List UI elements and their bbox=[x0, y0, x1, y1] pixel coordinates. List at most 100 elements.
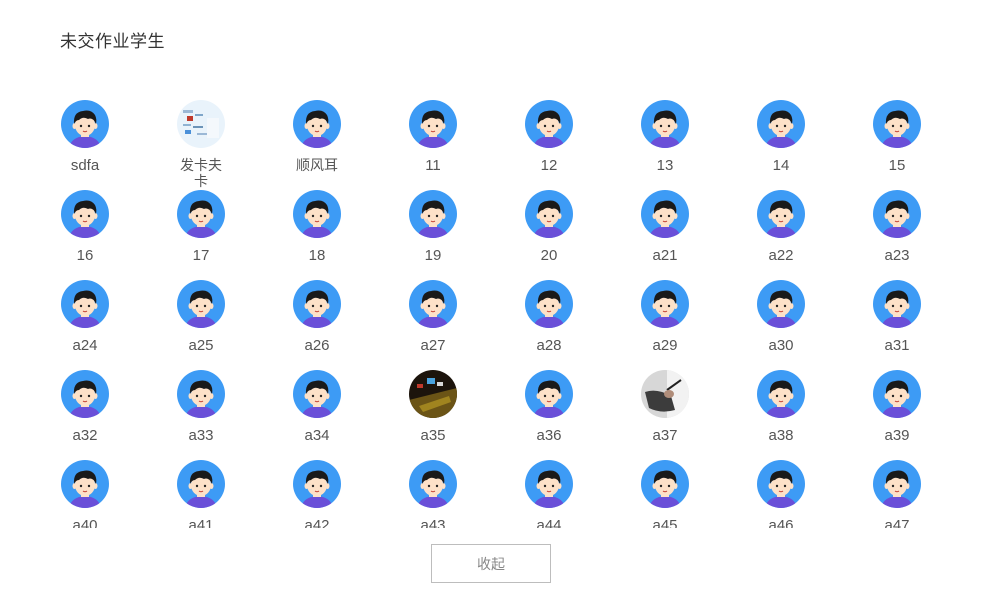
student-name: a42 bbox=[304, 517, 330, 529]
student-avatar bbox=[873, 190, 921, 238]
student-item[interactable]: a40 bbox=[45, 450, 125, 528]
student-avatar bbox=[409, 100, 457, 148]
student-item[interactable]: a38 bbox=[741, 360, 821, 450]
student-avatar bbox=[293, 280, 341, 328]
student-grid-viewport[interactable]: sdfa 发卡夫卡顺风耳 11 12 13 14 15 16 17 18 19 20 a21 a22 a23… bbox=[0, 90, 982, 528]
student-avatar bbox=[61, 190, 109, 238]
student-item[interactable]: a27 bbox=[393, 270, 473, 360]
student-item[interactable]: a21 bbox=[625, 180, 705, 270]
student-name: a37 bbox=[652, 427, 678, 444]
student-name: a47 bbox=[884, 517, 910, 529]
student-avatar-photo bbox=[177, 100, 225, 148]
student-item[interactable]: a25 bbox=[161, 270, 241, 360]
student-name: 12 bbox=[540, 157, 558, 174]
student-name: a36 bbox=[536, 427, 562, 444]
student-avatar bbox=[177, 190, 225, 238]
student-name: a24 bbox=[72, 337, 98, 354]
student-item[interactable]: a24 bbox=[45, 270, 125, 360]
student-avatar bbox=[873, 100, 921, 148]
student-name: a29 bbox=[652, 337, 678, 354]
student-avatar bbox=[757, 460, 805, 508]
student-item[interactable]: sdfa bbox=[45, 90, 125, 180]
student-item[interactable]: 顺风耳 bbox=[277, 90, 357, 180]
student-item[interactable]: a31 bbox=[857, 270, 937, 360]
student-item[interactable]: a28 bbox=[509, 270, 589, 360]
student-name: a25 bbox=[188, 337, 214, 354]
student-avatar bbox=[525, 460, 573, 508]
student-avatar bbox=[873, 370, 921, 418]
student-name: a26 bbox=[304, 337, 330, 354]
student-name: a22 bbox=[768, 247, 794, 264]
student-name: a43 bbox=[420, 517, 446, 529]
student-name: a30 bbox=[768, 337, 794, 354]
student-item[interactable]: a36 bbox=[509, 360, 589, 450]
student-item[interactable]: a26 bbox=[277, 270, 357, 360]
student-avatar bbox=[177, 370, 225, 418]
student-avatar bbox=[61, 460, 109, 508]
student-item[interactable]: a32 bbox=[45, 360, 125, 450]
student-item[interactable]: 14 bbox=[741, 90, 821, 180]
student-avatar bbox=[525, 280, 573, 328]
dialog-title: 未交作业学生 bbox=[60, 32, 165, 52]
student-item[interactable]: 18 bbox=[277, 180, 357, 270]
student-name: 17 bbox=[192, 247, 210, 264]
student-name: 19 bbox=[424, 247, 442, 264]
student-item[interactable]: a23 bbox=[857, 180, 937, 270]
student-item[interactable]: a35 bbox=[393, 360, 473, 450]
student-item[interactable]: 16 bbox=[45, 180, 125, 270]
student-item[interactable]: a33 bbox=[161, 360, 241, 450]
student-name: 15 bbox=[888, 157, 906, 174]
student-name: 18 bbox=[308, 247, 326, 264]
student-avatar bbox=[293, 370, 341, 418]
student-item[interactable]: 17 bbox=[161, 180, 241, 270]
student-avatar bbox=[641, 460, 689, 508]
student-item[interactable]: 11 bbox=[393, 90, 473, 180]
student-avatar bbox=[525, 370, 573, 418]
student-item[interactable]: a39 bbox=[857, 360, 937, 450]
student-item[interactable]: a43 bbox=[393, 450, 473, 528]
student-name: a46 bbox=[768, 517, 794, 529]
student-avatar bbox=[873, 280, 921, 328]
student-item[interactable]: 15 bbox=[857, 90, 937, 180]
unsubmitted-students-dialog: 未交作业学生 sdfa 发卡夫卡顺风耳 11 12 13 14 15 16 17 18 19 20 a2… bbox=[0, 0, 982, 598]
student-item[interactable]: 20 bbox=[509, 180, 589, 270]
student-avatar bbox=[641, 190, 689, 238]
student-name: 11 bbox=[425, 157, 441, 174]
student-item[interactable]: a42 bbox=[277, 450, 357, 528]
student-item[interactable]: a29 bbox=[625, 270, 705, 360]
student-item[interactable]: a45 bbox=[625, 450, 705, 528]
student-name: 14 bbox=[772, 157, 790, 174]
student-avatar bbox=[61, 280, 109, 328]
student-name: a33 bbox=[188, 427, 214, 444]
student-item[interactable]: a22 bbox=[741, 180, 821, 270]
student-avatar-photo bbox=[409, 370, 457, 418]
student-name: 16 bbox=[76, 247, 94, 264]
student-item[interactable]: a44 bbox=[509, 450, 589, 528]
student-item[interactable]: a47 bbox=[857, 450, 937, 528]
student-avatar bbox=[641, 280, 689, 328]
student-name: a34 bbox=[304, 427, 330, 444]
student-name: sdfa bbox=[70, 157, 100, 174]
student-name: 13 bbox=[656, 157, 674, 174]
student-item[interactable]: 12 bbox=[509, 90, 589, 180]
student-avatar bbox=[177, 460, 225, 508]
collapse-button[interactable]: 收起 bbox=[431, 544, 551, 583]
student-avatar bbox=[293, 190, 341, 238]
student-item[interactable]: a34 bbox=[277, 360, 357, 450]
student-name: 顺风耳 bbox=[296, 158, 338, 174]
student-item[interactable]: a41 bbox=[161, 450, 241, 528]
student-avatar bbox=[409, 190, 457, 238]
student-name: a38 bbox=[768, 427, 794, 444]
student-item[interactable]: 13 bbox=[625, 90, 705, 180]
student-item[interactable]: a30 bbox=[741, 270, 821, 360]
student-item[interactable]: a37 bbox=[625, 360, 705, 450]
student-name: a44 bbox=[536, 517, 562, 529]
student-item[interactable]: a46 bbox=[741, 450, 821, 528]
student-name: a41 bbox=[188, 517, 214, 529]
student-item[interactable]: 发卡夫卡 bbox=[161, 90, 241, 190]
student-name: a28 bbox=[536, 337, 562, 354]
student-item[interactable]: 19 bbox=[393, 180, 473, 270]
student-avatar bbox=[409, 460, 457, 508]
student-avatar bbox=[757, 370, 805, 418]
student-avatar bbox=[757, 280, 805, 328]
